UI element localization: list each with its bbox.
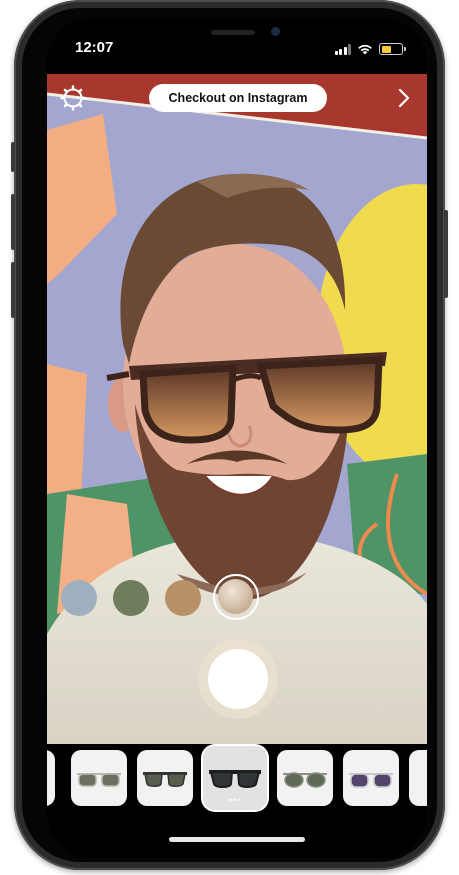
- home-indicator[interactable]: [169, 837, 305, 842]
- capture-button[interactable]: [208, 649, 268, 709]
- checkout-on-instagram-button[interactable]: Checkout on Instagram: [149, 84, 327, 112]
- phone-screen: 12:07 Checkout on Instagram •••: [47, 18, 427, 858]
- glasses-thumb-5[interactable]: [343, 750, 399, 806]
- glasses-thumb-2[interactable]: [137, 750, 193, 806]
- glasses-thumb-3-selected[interactable]: •••: [203, 746, 267, 810]
- swatch-beige-selected[interactable]: [213, 574, 259, 620]
- swatch-light-blue[interactable]: [61, 580, 97, 616]
- battery-icon: [379, 43, 406, 55]
- cellular-signal-icon: [334, 43, 351, 55]
- sunglasses-icon: [349, 773, 393, 788]
- more-options-dots: •••: [228, 795, 242, 805]
- color-swatches: [47, 574, 427, 622]
- tray-item-partial[interactable]: [47, 750, 55, 806]
- clock-time: 12:07: [75, 39, 114, 56]
- status-icons: [334, 42, 406, 56]
- swatch-olive-green[interactable]: [113, 580, 149, 616]
- mute-switch: [11, 142, 15, 172]
- sunglasses-icon: [77, 773, 121, 787]
- volume-up-button: [11, 194, 15, 250]
- front-camera: [271, 27, 280, 36]
- swatch-tan[interactable]: [165, 580, 201, 616]
- status-bar: 12:07: [47, 18, 427, 82]
- power-button: [444, 210, 448, 298]
- tray-item-partial-right[interactable]: [409, 750, 427, 806]
- gear-icon[interactable]: [59, 84, 87, 112]
- wifi-icon: [358, 44, 372, 55]
- chevron-right-icon[interactable]: [393, 86, 415, 110]
- capture-button-ring: [198, 639, 278, 719]
- swatch-beige-fill: [218, 579, 253, 614]
- top-controls: Checkout on Instagram: [47, 84, 427, 124]
- sunglasses-icon: [143, 772, 187, 787]
- glasses-thumb-1[interactable]: [71, 750, 127, 806]
- sunglasses-icon: [283, 772, 327, 788]
- glasses-thumb-4[interactable]: [277, 750, 333, 806]
- volume-down-button: [11, 262, 15, 318]
- earpiece-speaker: [211, 30, 255, 35]
- notch: [159, 18, 315, 50]
